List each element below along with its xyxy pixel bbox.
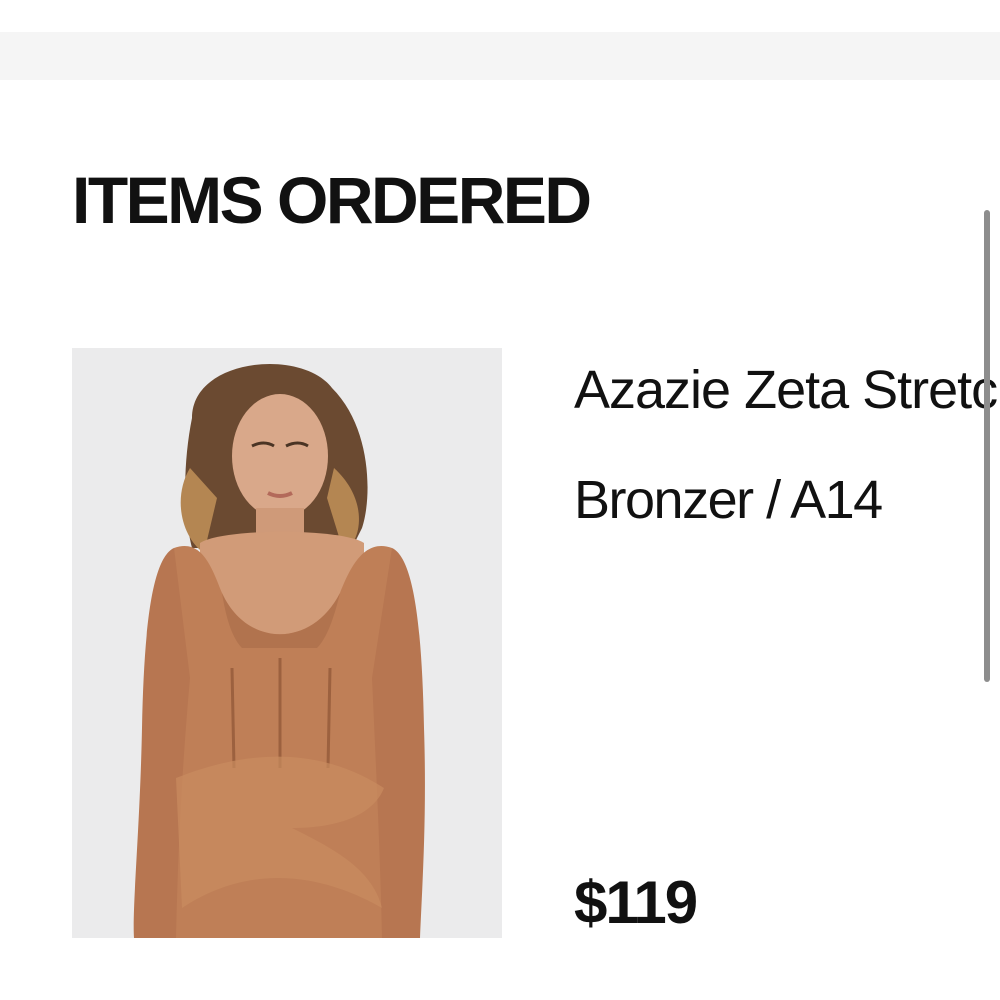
product-variant: Bronzer / A14 xyxy=(574,470,883,530)
product-image[interactable] xyxy=(72,348,502,938)
product-price: $119 xyxy=(574,869,698,936)
dress-photo xyxy=(72,348,502,938)
section-title: ITEMS ORDERED xyxy=(72,163,592,237)
scrollbar[interactable] xyxy=(984,210,990,682)
product-name[interactable]: Azazie Zeta Stretch xyxy=(574,358,1000,422)
order-details-page: ITEMS ORDERED Azazie Zeta Stretch Bronze… xyxy=(0,0,1000,1000)
top-bar xyxy=(0,32,1000,80)
